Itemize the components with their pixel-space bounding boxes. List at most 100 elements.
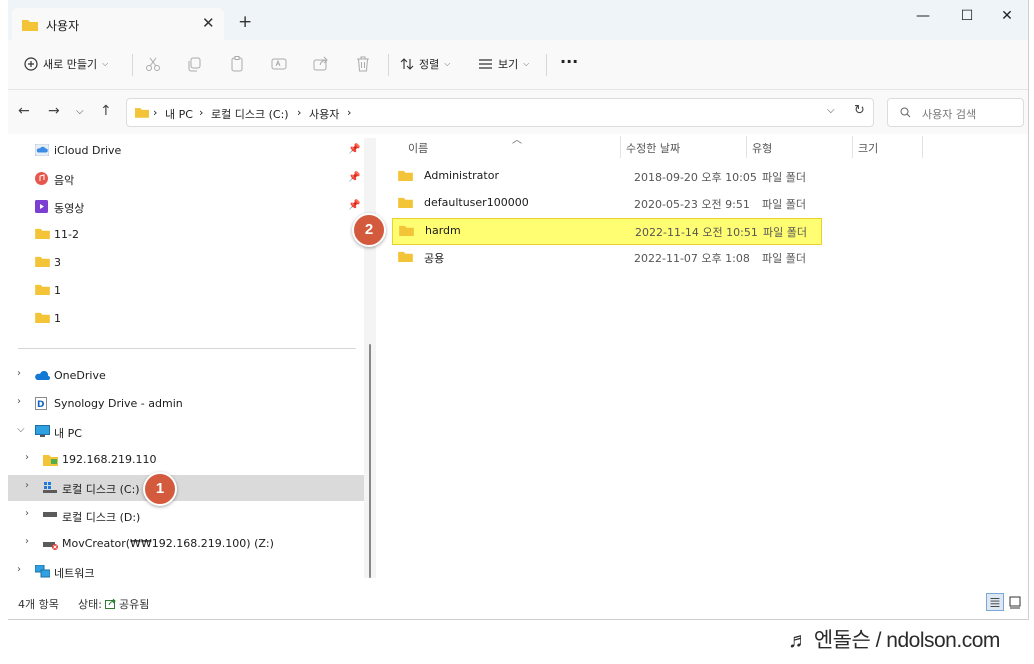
nav-item-music[interactable]: 음악 📌: [8, 166, 364, 192]
breadcrumb-my-pc[interactable]: 내 PC: [165, 106, 193, 122]
nav-item-movcreator-z[interactable]: › MovCreator(₩₩192.168.219.100) (Z:): [8, 531, 364, 557]
chevron-right-icon[interactable]: ›: [17, 368, 21, 379]
chevron-down-icon: ⌵: [523, 59, 530, 68]
nav-item-videos[interactable]: 동영상 📌: [8, 194, 364, 220]
chevron-down-icon: ⌵: [444, 59, 451, 68]
nav-item-folder-11-2[interactable]: 11-2: [8, 222, 364, 248]
nav-item-label: MovCreator(₩₩192.168.219.100) (Z:): [62, 537, 274, 550]
minimize-button[interactable]: —: [908, 8, 938, 30]
shared-icon: [105, 598, 116, 609]
folder-icon: [135, 108, 149, 118]
onedrive-icon: [35, 371, 50, 380]
nav-item-folder-3[interactable]: 3: [8, 250, 364, 276]
nav-item-local-disk-d[interactable]: › 로컬 디스크 (D:): [8, 503, 364, 529]
nav-item-icloud-drive[interactable]: iCloud Drive 📌: [8, 138, 364, 164]
delete-icon[interactable]: [354, 55, 372, 73]
nav-item-network[interactable]: › 네트워크: [8, 559, 364, 585]
column-header-modified[interactable]: 수정한 날짜: [626, 140, 680, 156]
column-header-name[interactable]: 이름: [408, 140, 428, 156]
more-options-button[interactable]: ···: [560, 52, 578, 71]
folder-icon: [35, 228, 50, 239]
nav-item-onedrive[interactable]: › OneDrive: [8, 363, 364, 389]
column-divider[interactable]: [620, 136, 621, 158]
chevron-right-icon[interactable]: ›: [25, 452, 29, 463]
recent-locations-chevron-icon[interactable]: ⌵: [76, 106, 84, 117]
chevron-right-icon[interactable]: ›: [25, 536, 29, 547]
address-bar[interactable]: › 내 PC › 로컬 디스크 (C:) › 사용자 › ⌵: [126, 98, 874, 127]
pin-icon[interactable]: 📌: [348, 172, 360, 183]
nav-item-label: iCloud Drive: [54, 144, 122, 157]
file-row-hardm[interactable]: hardm 2022-11-14 오전 10:51 파일 폴더: [392, 218, 822, 245]
search-box[interactable]: 사용자 검색: [887, 98, 1024, 127]
address-dropdown-chevron-icon[interactable]: ⌵: [827, 105, 835, 116]
chevron-right-icon[interactable]: ›: [25, 508, 29, 519]
nav-scrollbar[interactable]: [364, 138, 376, 578]
chevron-down-icon[interactable]: ⌵: [17, 424, 25, 435]
file-row-defaultuser100000[interactable]: defaultuser100000 2020-05-23 오전 9:51 파일 …: [392, 191, 822, 215]
nav-item-synology-drive[interactable]: › D Synology Drive - admin: [8, 391, 364, 417]
nav-item-folder-1[interactable]: 1: [8, 278, 364, 304]
back-arrow-icon[interactable]: ←: [18, 103, 30, 119]
network-drive-icon: [43, 455, 58, 466]
column-header-size[interactable]: 크기: [858, 140, 878, 156]
column-divider[interactable]: [852, 136, 853, 158]
details-view-icon[interactable]: [986, 593, 1004, 611]
folder-icon: [22, 20, 38, 31]
file-name: defaultuser100000: [424, 196, 529, 209]
tab-title: 사용자: [46, 19, 80, 33]
large-icons-view-icon[interactable]: [1006, 593, 1024, 611]
tab-users[interactable]: 사용자 ✕: [12, 8, 224, 40]
paste-icon[interactable]: [228, 55, 246, 73]
column-divider[interactable]: [922, 136, 923, 158]
file-name: 공용: [424, 252, 445, 265]
pin-icon[interactable]: 📌: [348, 144, 360, 155]
nav-item-label: 11-2: [54, 228, 79, 241]
column-header-type[interactable]: 유형: [752, 140, 772, 156]
cut-icon[interactable]: [144, 55, 162, 73]
file-list: ︿ 이름 수정한 날짜 유형 크기 Administrator 2018-09-…: [378, 134, 1028, 590]
file-explorer-window: 사용자 ✕ + — ☐ ✕ 새로 만들기 ⌵ 정렬 ⌵ 보기 ⌵ ··· ← →…: [8, 0, 1029, 620]
file-type: 파일 폴더: [763, 226, 807, 239]
tab-close-icon[interactable]: ✕: [202, 14, 215, 32]
nav-item-folder-1[interactable]: 1: [8, 306, 364, 332]
maximize-button[interactable]: ☐: [952, 8, 982, 30]
nav-item-label: 1: [54, 284, 61, 297]
nav-item-label: 동영상: [54, 202, 85, 215]
view-button[interactable]: 보기 ⌵: [478, 56, 529, 72]
nav-item-label: 로컬 디스크 (D:): [62, 511, 141, 524]
rename-icon[interactable]: [270, 55, 288, 73]
chevron-right-icon[interactable]: ›: [17, 396, 21, 407]
sort-button[interactable]: 정렬 ⌵: [400, 56, 450, 72]
toolbar-divider: [388, 54, 389, 76]
scrollbar-thumb[interactable]: [369, 344, 371, 578]
breadcrumb-users[interactable]: 사용자: [309, 106, 339, 122]
search-icon: [900, 107, 911, 118]
file-row-administrator[interactable]: Administrator 2018-09-20 오후 10:05 파일 폴더: [392, 164, 822, 188]
breadcrumb-local-disk-c[interactable]: 로컬 디스크 (C:): [211, 106, 289, 122]
file-row-public[interactable]: 공용 2022-11-07 오후 1:08 파일 폴더: [392, 245, 822, 269]
column-divider[interactable]: [746, 136, 747, 158]
share-icon[interactable]: [312, 55, 330, 73]
sort-ascending-icon: ︿: [512, 135, 522, 146]
copy-icon[interactable]: [186, 55, 204, 73]
nav-item-label: 192.168.219.110: [62, 453, 157, 466]
refresh-icon[interactable]: ↻: [854, 103, 865, 118]
breadcrumb-separator-icon: ›: [347, 106, 352, 119]
chevron-right-icon[interactable]: ›: [25, 480, 29, 491]
nav-item-my-pc[interactable]: ⌵ 내 PC: [8, 419, 364, 445]
close-window-button[interactable]: ✕: [992, 8, 1022, 30]
nav-item-network-share-110[interactable]: › 192.168.219.110: [8, 447, 364, 473]
nav-item-local-disk-c[interactable]: › 로컬 디스크 (C:): [8, 475, 364, 501]
windows-drive-icon: [43, 482, 57, 493]
icloud-icon: [35, 144, 49, 156]
new-button[interactable]: 새로 만들기 ⌵: [24, 56, 108, 72]
chevron-right-icon[interactable]: ›: [17, 564, 21, 575]
new-tab-button[interactable]: +: [238, 14, 252, 31]
folder-icon: [398, 170, 413, 181]
title-bar: 사용자 ✕ + — ☐ ✕: [8, 0, 1028, 40]
pin-icon[interactable]: 📌: [348, 200, 360, 211]
view-button-label: 보기: [498, 58, 519, 71]
synology-icon: D: [35, 397, 47, 410]
up-arrow-icon[interactable]: ↑: [100, 103, 112, 119]
forward-arrow-icon[interactable]: →: [48, 103, 60, 119]
